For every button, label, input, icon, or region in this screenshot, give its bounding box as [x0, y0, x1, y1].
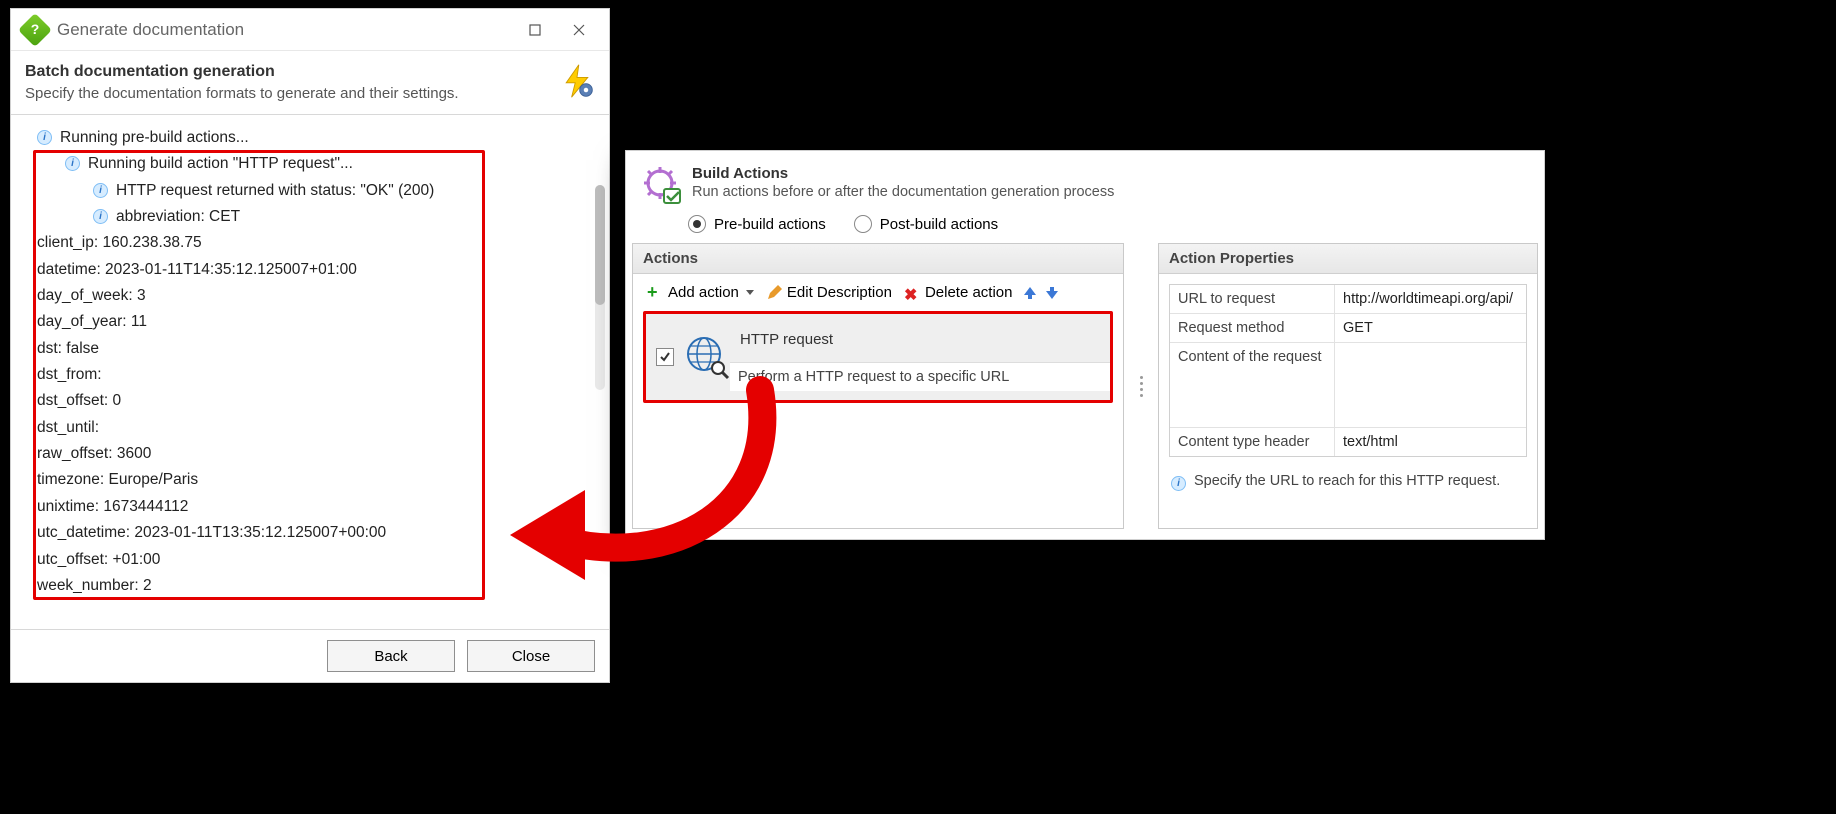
radio-icon [688, 215, 706, 233]
log-line: HTTP request returned with status: "OK" … [116, 178, 434, 204]
prop-name: Content type header [1170, 428, 1335, 456]
back-button[interactable]: Back [327, 640, 455, 672]
prop-name: Content of the request [1170, 343, 1335, 427]
help-text: Specify the URL to reach for this HTTP r… [1194, 473, 1500, 489]
properties-column: Action Properties URL to request http://… [1158, 243, 1538, 529]
log-line: client_ip: 160.238.38.75 [37, 230, 587, 256]
log-line: utc_datetime: 2023-01-11T13:35:12.125007… [37, 520, 587, 546]
prop-value[interactable]: text/html [1335, 428, 1526, 456]
banner-heading: Batch documentation generation [25, 63, 547, 81]
chevron-down-icon [746, 290, 754, 295]
build-actions-sub: Run actions before or after the document… [692, 184, 1114, 200]
btn-label: Edit Description [787, 284, 892, 301]
actions-column: Actions + Add action Edit Description [632, 243, 1124, 529]
prop-name: URL to request [1170, 285, 1335, 313]
action-desc: Perform a HTTP request to a specific URL [730, 362, 1110, 391]
scrollbar[interactable] [595, 185, 605, 390]
prop-value[interactable] [1335, 343, 1526, 427]
action-checkbox[interactable] [656, 348, 674, 366]
prop-row-method[interactable]: Request method GET [1170, 314, 1526, 343]
prop-row-ctype[interactable]: Content type header text/html [1170, 428, 1526, 456]
info-icon: i [93, 183, 108, 198]
window-close-button[interactable] [557, 15, 601, 45]
log-line: Running build action "HTTP request"... [88, 151, 353, 177]
log-line: dst: false [37, 336, 587, 362]
info-icon: i [93, 209, 108, 224]
log-line: timezone: Europe/Paris [37, 467, 587, 493]
log-line: dst_until: [37, 415, 587, 441]
scrollbar-thumb[interactable] [595, 185, 605, 305]
dialog-footer: Back Close [11, 629, 609, 682]
dialog-banner: Batch documentation generation Specify t… [11, 51, 609, 115]
build-actions-title: Build Actions [692, 165, 1114, 182]
log-line: utc_offset: +01:00 [37, 547, 587, 573]
info-icon: i [1171, 476, 1186, 491]
log-line: datetime: 2023-01-11T14:35:12.125007+01:… [37, 257, 587, 283]
btn-label: Add action [668, 284, 739, 301]
pre-build-radio[interactable]: Pre-build actions [688, 215, 826, 233]
add-action-button[interactable]: + Add action [643, 282, 758, 303]
post-build-radio[interactable]: Post-build actions [854, 215, 998, 233]
radio-label: Post-build actions [880, 216, 998, 233]
generate-documentation-dialog: ? Generate documentation Batch documenta… [10, 8, 610, 683]
action-item-http-request[interactable]: HTTP request Perform a HTTP request to a… [643, 311, 1113, 403]
plus-icon: + [647, 285, 663, 301]
close-button[interactable]: Close [467, 640, 595, 672]
app-diamond-icon: ? [23, 18, 47, 42]
panel-splitter[interactable] [1134, 243, 1148, 529]
log-output: i Running pre-build actions... i Running… [11, 115, 609, 629]
properties-table: URL to request http://worldtimeapi.org/a… [1169, 284, 1527, 457]
info-icon: i [65, 156, 80, 171]
build-actions-panel: Build Actions Run actions before or afte… [625, 150, 1545, 540]
log-line: dst_offset: 0 [37, 388, 587, 414]
log-line: abbreviation: CET [116, 204, 240, 230]
window-maximize-button[interactable] [513, 15, 557, 45]
prop-name: Request method [1170, 314, 1335, 342]
gear-check-icon [642, 165, 682, 205]
action-title: HTTP request [740, 331, 1100, 348]
lightning-gear-icon [559, 63, 595, 99]
globe-search-icon [684, 334, 730, 380]
pencil-icon [766, 285, 782, 301]
log-line: day_of_year: 11 [37, 309, 587, 335]
dialog-title: Generate documentation [57, 20, 513, 40]
delete-icon: ✖ [904, 285, 920, 301]
log-line: dst_from: [37, 362, 587, 388]
log-line: Running pre-build actions... [60, 125, 249, 151]
move-down-button[interactable] [1043, 284, 1061, 302]
edit-description-button[interactable]: Edit Description [762, 282, 896, 303]
property-help: i Specify the URL to reach for this HTTP… [1159, 467, 1537, 499]
btn-label: Delete action [925, 284, 1013, 301]
move-up-button[interactable] [1021, 284, 1039, 302]
radio-icon [854, 215, 872, 233]
actions-toolbar: + Add action Edit Description ✖ Delete a… [633, 274, 1123, 311]
log-line: raw_offset: 3600 [37, 441, 587, 467]
delete-action-button[interactable]: ✖ Delete action [900, 282, 1017, 303]
info-icon: i [37, 130, 52, 145]
log-line: day_of_week: 3 [37, 283, 587, 309]
properties-header: Action Properties [1159, 244, 1537, 274]
radio-label: Pre-build actions [714, 216, 826, 233]
prop-row-url[interactable]: URL to request http://worldtimeapi.org/a… [1170, 285, 1526, 314]
prop-row-content[interactable]: Content of the request [1170, 343, 1526, 428]
log-line: unixtime: 1673444112 [37, 494, 587, 520]
banner-sub: Specify the documentation formats to gen… [25, 85, 547, 102]
actions-header: Actions [633, 244, 1123, 274]
prop-value[interactable]: http://worldtimeapi.org/api/ [1335, 285, 1526, 313]
log-line: week_number: 2 [37, 573, 587, 599]
prop-value[interactable]: GET [1335, 314, 1526, 342]
dialog-titlebar[interactable]: ? Generate documentation [11, 9, 609, 51]
